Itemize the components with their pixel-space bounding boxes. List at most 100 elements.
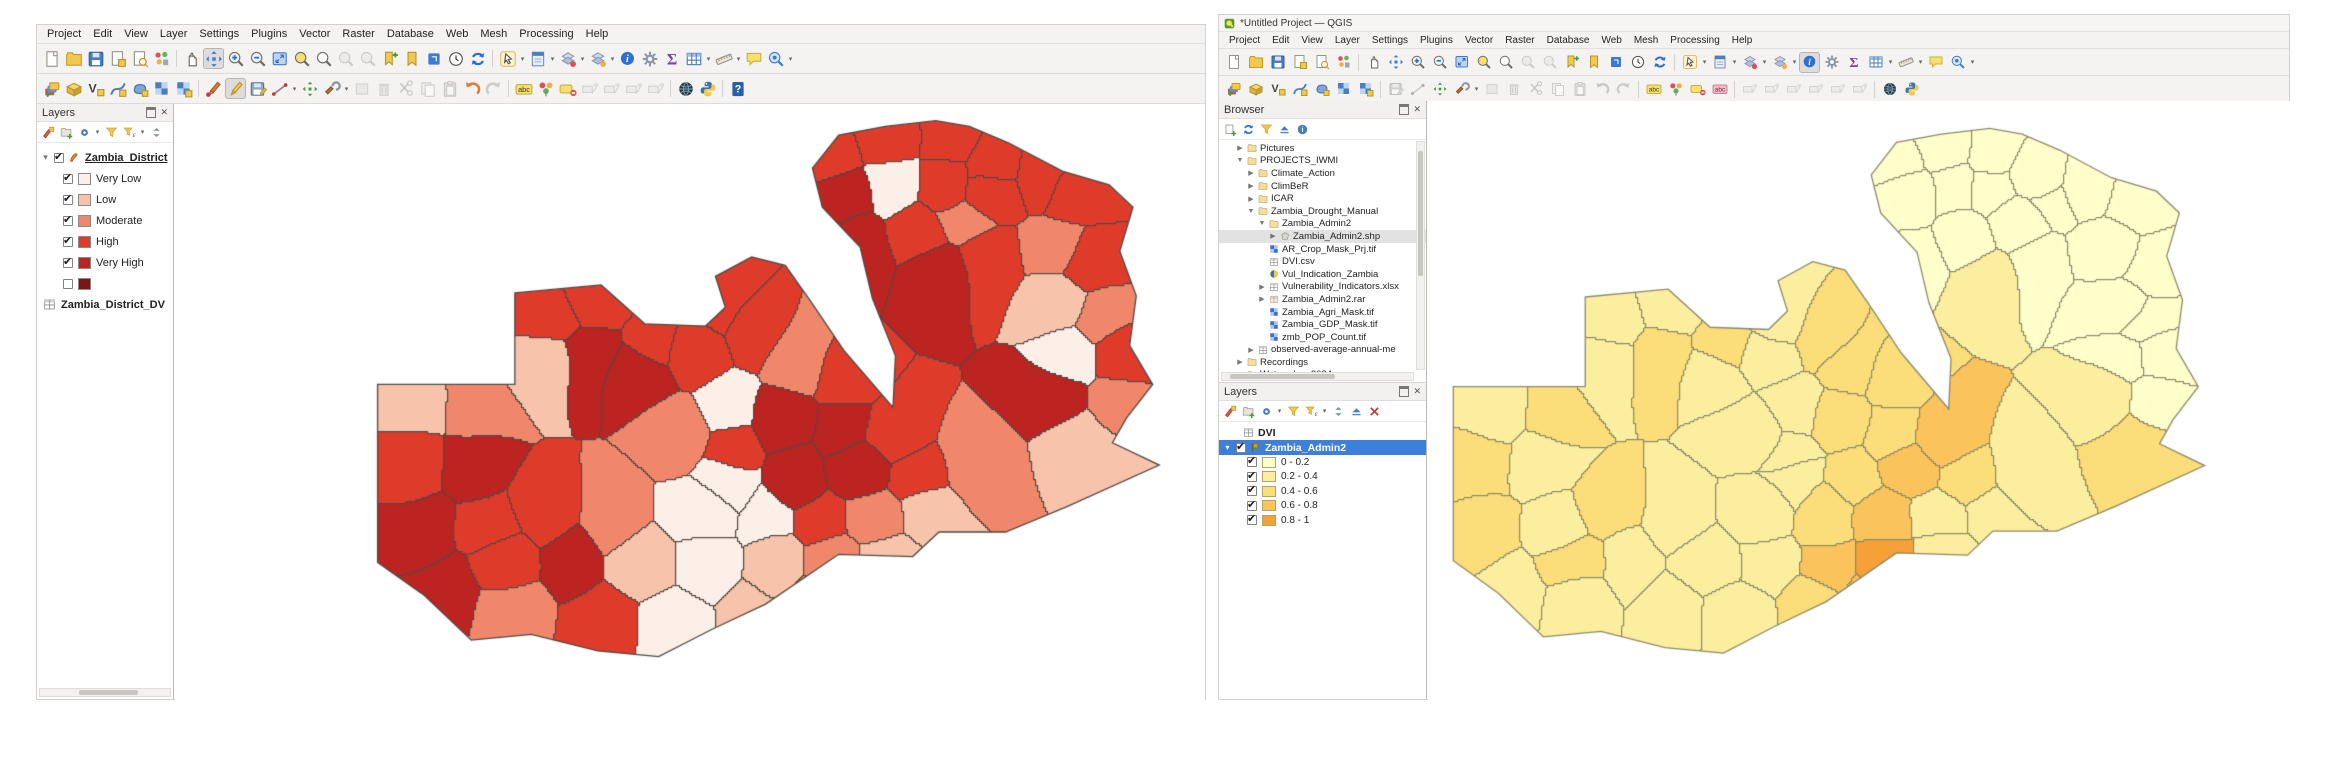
temporal-controller-icon[interactable] (445, 48, 466, 69)
add-vector-layer-icon[interactable] (63, 78, 84, 99)
legend-checkbox[interactable] (63, 171, 73, 184)
legend-item[interactable] (37, 273, 173, 294)
add-mesh-layer-icon[interactable] (1355, 79, 1376, 100)
legend-item[interactable]: 0.8 - 1 (1219, 512, 1426, 528)
expand-arrow-icon[interactable]: ▶ (1236, 358, 1244, 366)
vertex-tool-icon[interactable] (299, 78, 320, 99)
layer-item-zambia-admin2[interactable]: ▾ Zambia_Admin2 (1219, 440, 1426, 455)
advanced-digitizing-dropdown-icon[interactable]: ▾ (1473, 85, 1480, 93)
new-geopackage-layer-icon[interactable] (107, 78, 128, 99)
panel-close-icon[interactable]: ✕ (1413, 105, 1421, 114)
python-console-icon[interactable] (697, 78, 718, 99)
layer-item-zambia-district[interactable]: ▾ Zambia_District (37, 147, 173, 168)
filter-by-expression-dropdown-icon[interactable]: ▾ (1321, 407, 1328, 415)
zoom-next-icon[interactable] (1539, 52, 1560, 73)
legend-checkbox[interactable] (63, 255, 73, 268)
measure-line-icon[interactable] (1895, 52, 1916, 73)
map-tips-icon[interactable] (743, 48, 764, 69)
delete-selected-icon[interactable] (373, 78, 394, 99)
zoom-out-icon[interactable] (247, 48, 268, 69)
legend-item[interactable]: Moderate (37, 210, 173, 231)
menu-web[interactable]: Web (1595, 34, 1627, 47)
open-attribute-table-dropdown-icon[interactable]: ▾ (705, 55, 712, 63)
measure-line-icon[interactable] (713, 48, 734, 69)
layer-item-dvi[interactable]: DVI (1219, 425, 1426, 440)
project-save-as-icon[interactable] (107, 48, 128, 69)
pin-labels-icon[interactable] (1687, 79, 1708, 100)
expand-arrow-icon[interactable]: ▶ (1236, 144, 1244, 152)
add-vector-layer-icon[interactable] (1245, 79, 1266, 100)
new-spatial-bookmark-icon[interactable] (379, 48, 400, 69)
run-feature-action-icon[interactable] (1821, 52, 1842, 73)
toggle-editing-icon[interactable] (225, 78, 246, 99)
current-edits-icon[interactable] (203, 78, 224, 99)
zoom-full-icon[interactable] (1451, 52, 1472, 73)
horizontal-scrollbar[interactable] (39, 688, 171, 697)
map-refresh-icon[interactable] (1649, 52, 1670, 73)
browser-item[interactable]: ▶ ClimBeR (1219, 180, 1426, 193)
filter-legend-icon[interactable] (103, 124, 119, 140)
undo-icon[interactable] (461, 78, 482, 99)
menu-processing[interactable]: Processing (1664, 34, 1725, 47)
layer-diagram-icon[interactable] (1665, 79, 1686, 100)
zoom-to-layer-icon[interactable] (1495, 52, 1516, 73)
project-properties-icon[interactable] (129, 48, 150, 69)
browser-item[interactable]: ▶ Zambia_Admin2.shp (1219, 230, 1426, 243)
legend-item[interactable]: 0.6 - 0.8 (1219, 498, 1426, 514)
project-save-icon[interactable] (85, 48, 106, 69)
new-shapefile-layer-icon[interactable]: V (85, 78, 106, 99)
menu-layer[interactable]: Layer (1329, 34, 1366, 47)
label-options-icon[interactable]: abc (1709, 79, 1730, 100)
project-open-icon[interactable] (1245, 52, 1266, 73)
legend-item[interactable]: 0.2 - 0.4 (1219, 469, 1426, 485)
measure-line-dropdown-icon[interactable]: ▾ (735, 55, 742, 63)
legend-checkbox[interactable] (1247, 469, 1257, 482)
select-all-dropdown-icon[interactable]: ▾ (609, 55, 616, 63)
advanced-digitizing-icon[interactable] (321, 78, 342, 99)
save-layer-edits-icon[interactable] (1385, 79, 1406, 100)
paste-features-icon[interactable] (1569, 79, 1590, 100)
menu-settings[interactable]: Settings (1366, 34, 1414, 47)
project-open-icon[interactable] (63, 48, 84, 69)
browser-item[interactable]: Vul_Indication_Zambia (1219, 268, 1426, 281)
deselect-features-dropdown-icon[interactable]: ▾ (579, 55, 586, 63)
legend-checkbox[interactable] (63, 192, 73, 205)
expand-all-icon[interactable] (148, 124, 164, 140)
copy-features-icon[interactable] (417, 78, 438, 99)
zoom-native-icon[interactable] (423, 48, 444, 69)
properties-icon[interactable]: i (1294, 121, 1310, 137)
browser-item[interactable]: ▶ Recordings (1219, 356, 1426, 369)
identify-features-icon[interactable]: i (1799, 51, 1820, 73)
advanced-digitizing-icon[interactable] (1451, 79, 1472, 100)
legend-checkbox[interactable] (1247, 498, 1257, 511)
zoom-next-icon[interactable] (357, 48, 378, 69)
map-tips-icon[interactable] (1925, 52, 1946, 73)
pan-map-icon[interactable] (181, 48, 202, 69)
select-all-icon[interactable] (1769, 52, 1790, 73)
layer-diagram-icon[interactable] (535, 78, 556, 99)
project-new-icon[interactable] (41, 48, 62, 69)
data-source-manager-icon[interactable] (1223, 79, 1244, 100)
vertex-tool-icon[interactable] (1429, 79, 1450, 100)
locator-search-dropdown-icon[interactable]: ▾ (787, 55, 794, 63)
expand-arrow-icon[interactable]: ▾ (41, 152, 50, 163)
expand-all-icon[interactable] (1330, 403, 1346, 419)
modify-attributes-icon[interactable] (1481, 79, 1502, 100)
zoom-in-icon[interactable] (1407, 52, 1428, 73)
select-features-dropdown-icon[interactable]: ▾ (1701, 58, 1708, 66)
menu-vector[interactable]: Vector (1459, 34, 1499, 47)
browser-item[interactable]: ▶ Pictures (1219, 142, 1426, 155)
data-source-manager-icon[interactable] (41, 78, 62, 99)
manage-map-themes-icon[interactable] (76, 124, 92, 140)
legend-item[interactable]: High (37, 231, 173, 252)
legend-checkbox[interactable] (63, 278, 73, 289)
map-canvas-right[interactable] (1428, 101, 2290, 701)
browser-item[interactable]: Zambia_Agri_Mask.tif (1219, 306, 1426, 319)
collapse-all-icon[interactable] (1348, 403, 1364, 419)
add-group-icon[interactable] (1240, 403, 1256, 419)
browser-item[interactable]: ▶ Zambia_Admin2.rar (1219, 293, 1426, 306)
menu-view[interactable]: View (118, 27, 154, 41)
legend-checkbox[interactable] (63, 234, 73, 247)
select-by-value-icon[interactable] (1709, 52, 1730, 73)
zoom-native-icon[interactable] (1605, 52, 1626, 73)
